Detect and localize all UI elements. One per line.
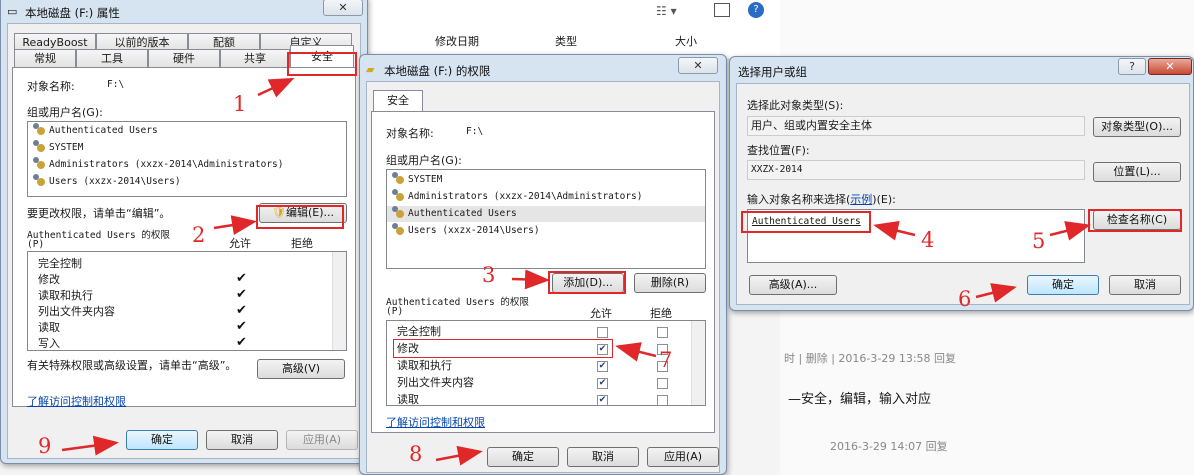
arrow-6 bbox=[975, 283, 1017, 303]
step-5-label: 5 bbox=[1032, 229, 1046, 253]
step-6-label: 6 bbox=[958, 287, 972, 311]
step-4-label: 4 bbox=[921, 228, 935, 252]
arrow-4 bbox=[873, 221, 916, 241]
step-2-label: 2 bbox=[192, 223, 206, 247]
step-1-label: 1 bbox=[233, 92, 247, 116]
arrow-9 bbox=[61, 435, 119, 456]
step-7-label: 7 bbox=[659, 348, 673, 372]
step-3-label: 3 bbox=[482, 263, 496, 287]
arrow-8 bbox=[435, 445, 483, 466]
arrow-5 bbox=[1049, 221, 1091, 241]
arrow-7 bbox=[615, 342, 657, 362]
step-8-label: 8 bbox=[409, 442, 423, 466]
arrow-1 bbox=[257, 77, 295, 98]
arrow-2 bbox=[213, 215, 257, 235]
step-9-label: 9 bbox=[38, 434, 52, 458]
arrow-3 bbox=[511, 269, 550, 290]
annotation-arrows bbox=[61, 77, 1091, 466]
